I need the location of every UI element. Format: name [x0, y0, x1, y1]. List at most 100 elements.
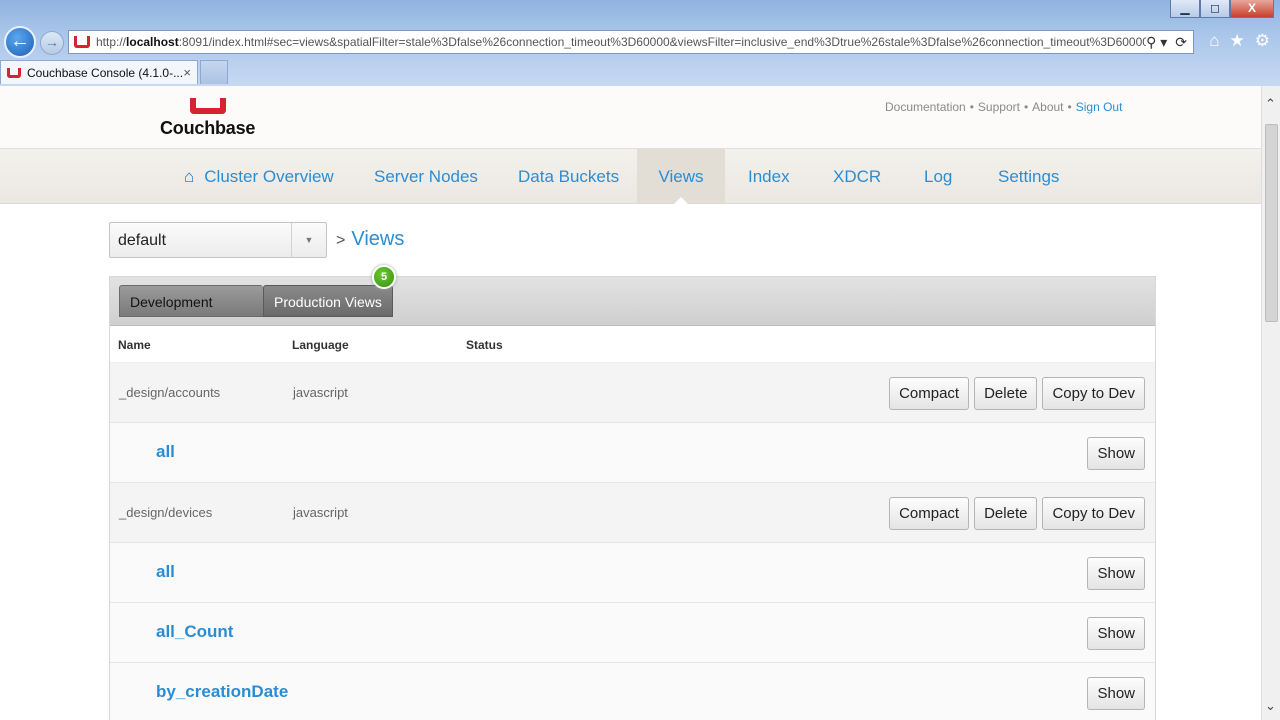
view-name-link[interactable]: all: [156, 562, 175, 582]
close-window-button[interactable]: X: [1230, 0, 1274, 18]
nav-xdcr[interactable]: XDCR: [833, 149, 881, 203]
about-link[interactable]: About: [1032, 100, 1063, 114]
maximize-button[interactable]: ◻: [1200, 0, 1230, 18]
bucket-select-value: default: [118, 232, 167, 249]
tab-production-views[interactable]: Production Views: [263, 285, 393, 317]
chevron-down-icon[interactable]: ▼: [291, 223, 326, 257]
nav-label: Cluster Overview: [204, 167, 334, 186]
design-doc-name: _design/accounts: [119, 385, 221, 400]
scroll-up-icon[interactable]: ⌃: [1265, 96, 1276, 112]
url-text[interactable]: http://localhost:8091/index.html#sec=vie…: [96, 35, 1146, 49]
compact-button[interactable]: Compact: [889, 497, 970, 530]
production-count-badge: 5: [372, 265, 396, 289]
column-name: Name: [118, 338, 151, 352]
active-caret: [674, 197, 688, 204]
column-status: Status: [466, 338, 503, 352]
minimize-button[interactable]: ▁: [1170, 0, 1200, 18]
compact-button[interactable]: Compact: [889, 377, 970, 410]
tab-favicon-icon: [7, 67, 21, 78]
back-arrow-icon: ←: [10, 30, 30, 52]
page-scrollbar[interactable]: ⌃ ⌄: [1261, 86, 1280, 720]
favorites-star-icon[interactable]: ★: [1230, 31, 1245, 51]
support-link[interactable]: Support: [978, 100, 1020, 114]
view-row: by_creationDate Show: [110, 663, 1155, 720]
copy-to-dev-button[interactable]: Copy to Dev: [1042, 497, 1145, 530]
tab-development-views[interactable]: Development Views: [119, 285, 263, 342]
show-button[interactable]: Show: [1087, 677, 1145, 710]
views-panel: Development Views Production Views 5 Nam…: [109, 265, 1156, 720]
scroll-thumb[interactable]: [1265, 124, 1278, 322]
breadcrumb-current: Views: [351, 228, 405, 250]
column-language: Language: [292, 338, 349, 352]
home-icon: ⌂: [184, 167, 195, 186]
breadcrumb: > Views: [336, 228, 404, 251]
copy-to-dev-button[interactable]: Copy to Dev: [1042, 377, 1145, 410]
url-host: localhost: [126, 35, 179, 49]
url-prefix: http://: [96, 35, 127, 49]
forward-button[interactable]: →: [40, 31, 64, 55]
show-button[interactable]: Show: [1087, 617, 1145, 650]
documentation-link[interactable]: Documentation: [885, 100, 966, 114]
back-button[interactable]: ←: [4, 26, 36, 58]
new-tab-button[interactable]: [200, 60, 228, 84]
view-row: all_Count Show: [110, 603, 1155, 663]
browser-chrome: ▁ ◻ X ← → http://localhost:8091/index.ht…: [0, 0, 1280, 87]
window-controls: ▁ ◻ X: [1170, 0, 1274, 18]
couchbase-logo[interactable]: Couchbase: [160, 98, 255, 139]
breadcrumb-separator: >: [336, 232, 346, 249]
address-bar[interactable]: http://localhost:8091/index.html#sec=vie…: [68, 30, 1194, 54]
show-button[interactable]: Show: [1087, 437, 1145, 470]
nav-settings[interactable]: Settings: [998, 149, 1059, 203]
bucket-select[interactable]: default ▼: [109, 222, 327, 258]
nav-label: Views: [658, 167, 704, 186]
couchbase-logo-icon: [189, 98, 226, 114]
view-row: all Show: [110, 423, 1155, 483]
nav-cluster-overview[interactable]: ⌂ Cluster Overview: [184, 149, 334, 203]
design-doc-row: _design/devices javascript Compact Delet…: [110, 483, 1155, 543]
view-name-link[interactable]: by_creationDate: [156, 682, 288, 702]
main-nav: ⌂ Cluster Overview Server Nodes Data Buck…: [0, 148, 1262, 204]
views-tabs: Development Views Production Views 5: [110, 265, 1155, 342]
nav-data-buckets[interactable]: Data Buckets: [518, 149, 619, 203]
design-doc-language: javascript: [293, 385, 348, 400]
page-content: Couchbase Documentation • Support • About • Si…: [0, 86, 1262, 720]
nav-label: Index: [748, 167, 790, 186]
forward-arrow-icon: →: [45, 34, 59, 50]
delete-button[interactable]: Delete: [974, 497, 1038, 530]
tools-gear-icon[interactable]: ⚙: [1255, 31, 1270, 51]
nav-label: Server Nodes: [374, 167, 478, 186]
home-page-icon[interactable]: ⌂: [1209, 31, 1219, 51]
refresh-icon[interactable]: ⟳: [1175, 34, 1187, 51]
search-dropdown-icon[interactable]: ⚲ ▾: [1146, 34, 1167, 51]
nav-label: Data Buckets: [518, 167, 620, 186]
table-header: Name Language Status: [110, 326, 1155, 363]
site-favicon-icon: [74, 36, 90, 48]
app-header: Couchbase Documentation • Support • About • Si…: [0, 86, 1262, 148]
design-doc-language: javascript: [293, 505, 348, 520]
nav-server-nodes[interactable]: Server Nodes: [374, 149, 478, 203]
view-name-link[interactable]: all_Count: [156, 622, 233, 642]
nav-index[interactable]: Index: [748, 149, 790, 203]
nav-views[interactable]: Views: [637, 149, 725, 204]
link-separator: •: [1023, 100, 1029, 114]
url-rest: :8091/index.html#sec=views&spatialFilter…: [178, 35, 1147, 49]
show-button[interactable]: Show: [1087, 557, 1145, 590]
link-separator: •: [1067, 100, 1072, 114]
design-doc-name: _design/devices: [119, 505, 213, 520]
sign-out-link[interactable]: Sign Out: [1076, 100, 1123, 114]
view-name-link[interactable]: all: [156, 442, 175, 462]
browser-tab[interactable]: Couchbase Console (4.1.0-... ×: [0, 60, 198, 84]
top-links: Documentation • Support • About • Sign Out: [885, 100, 1122, 114]
delete-button[interactable]: Delete: [974, 377, 1038, 410]
design-doc-row: _design/accounts javascript Compact Dele…: [110, 363, 1155, 423]
link-separator: •: [969, 100, 974, 114]
nav-label: XDCR: [833, 167, 882, 186]
nav-label: Log: [924, 167, 953, 186]
tab-title: Couchbase Console (4.1.0-...: [27, 65, 184, 80]
nav-log[interactable]: Log: [924, 149, 952, 203]
nav-label: Settings: [998, 167, 1060, 186]
tab-close-icon[interactable]: ×: [183, 65, 191, 80]
logo-text: Couchbase: [160, 118, 256, 138]
scroll-down-icon[interactable]: ⌄: [1265, 698, 1276, 714]
view-row: all Show: [110, 543, 1155, 603]
